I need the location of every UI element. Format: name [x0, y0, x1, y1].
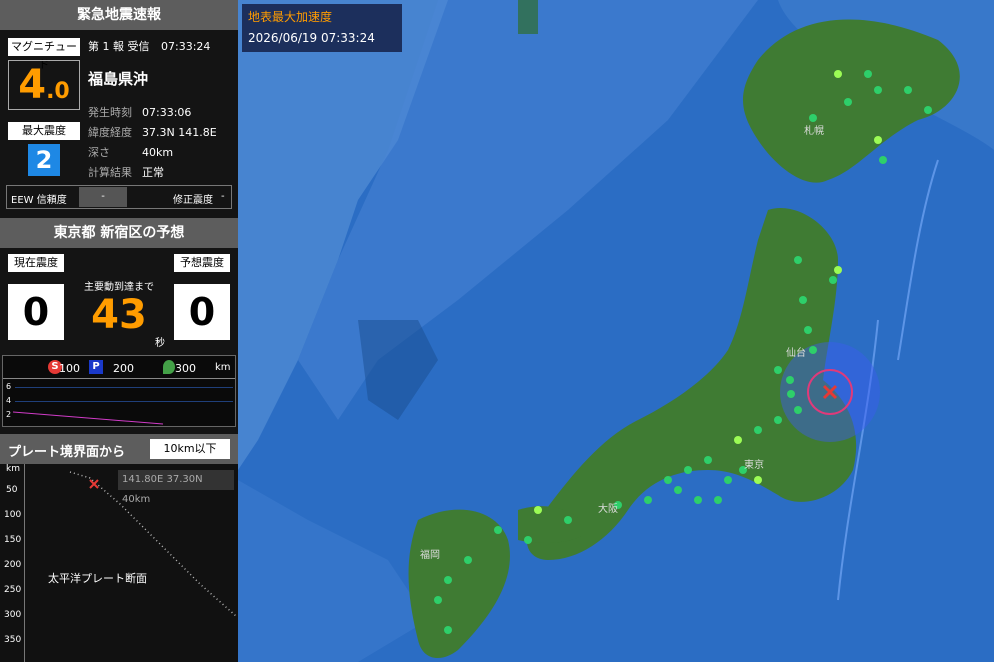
plate-boundary-dots: [69, 471, 237, 617]
station-dot: [786, 376, 794, 384]
city-label-tokyo: 東京: [744, 460, 764, 471]
plate-cross-section: km 50 100 150 200 250 300 350 141.80E 37…: [0, 464, 238, 662]
station-dot: [924, 106, 932, 114]
arrival-label: 主要動到達まで: [84, 282, 154, 293]
city-label-sendai: 仙台: [786, 348, 806, 359]
station-dot: [804, 326, 812, 334]
hypocenter-marker: [89, 479, 99, 489]
epicenter-region: 福島県沖: [88, 70, 149, 88]
report-time: 07:33:24: [161, 40, 211, 53]
city-label-sapporo: 札幌: [804, 126, 824, 137]
station-dot: [809, 114, 817, 122]
eew-header: 緊急地震速報: [0, 0, 238, 30]
station-dot: [444, 626, 452, 634]
station-dot: [724, 476, 732, 484]
current-intensity-label: 現在震度: [8, 254, 64, 272]
station-dot: [794, 406, 802, 414]
station-dot: [674, 486, 682, 494]
station-dot: [829, 276, 837, 284]
predicted-intensity-value: 0: [174, 284, 230, 340]
station-dot: [704, 456, 712, 464]
p-wave-marker: P: [89, 360, 103, 374]
map-svg: [238, 0, 994, 662]
station-dot: [534, 506, 542, 514]
station-dot: [444, 576, 452, 584]
station-dot: [874, 136, 882, 144]
report-status: 第 1 報 受信 07:33:24: [88, 38, 210, 54]
station-dot: [734, 436, 742, 444]
magnitude-label: マグニチュード: [8, 38, 80, 71]
station-dot: [809, 346, 817, 354]
station-dot: [874, 86, 882, 94]
depth-filter-button[interactable]: 10km以下: [150, 439, 230, 459]
station-dot: [754, 476, 762, 484]
forecast-header: 東京都 新宿区の予想: [0, 218, 238, 248]
station-dot: [644, 496, 652, 504]
intensity-decay-line: [13, 411, 164, 425]
wave-distance-chart: S 100 P 200 300 km 6 4 2: [2, 355, 236, 427]
location-pin-icon: [163, 360, 175, 374]
station-dot: [564, 516, 572, 524]
station-dot: [464, 556, 472, 564]
map-title: 地表最大加速度: [248, 10, 333, 24]
station-dot: [904, 86, 912, 94]
eew-detail-list: 発生時刻 07:33:06 緯度経度 37.3N 141.8E 深さ 40km 計算結…: [88, 106, 217, 179]
station-dot: [694, 496, 702, 504]
report-number: 第 1 報 受信: [88, 40, 150, 53]
station-dot: [834, 266, 842, 274]
seconds-unit: 秒: [155, 338, 165, 349]
predicted-intensity-label: 予想震度: [174, 254, 230, 272]
plate-label: 太平洋プレート断面: [48, 572, 147, 585]
station-dot: [844, 98, 852, 106]
station-dot: [774, 416, 782, 424]
max-intensity-badge: 2: [28, 144, 60, 176]
magnitude-value: 4.0: [8, 60, 80, 110]
station-dot: [879, 156, 887, 164]
city-label-fukuoka: 福岡: [420, 550, 440, 561]
station-dot: [787, 390, 795, 398]
japan-map[interactable]: 地表最大加速度 2026/06/19 07:33:24 札幌 仙台 東京 大阪 …: [238, 0, 994, 662]
station-dot: [864, 70, 872, 78]
map-info-box: 地表最大加速度 2026/06/19 07:33:24: [242, 4, 402, 52]
max-intensity-label: 最大震度: [8, 122, 80, 140]
map-datetime: 2026/06/19 07:33:24: [248, 31, 375, 45]
station-dot: [494, 526, 502, 534]
station-dot: [524, 536, 532, 544]
eew-confidence-bar: EEW 信頼度 - 修正震度 -: [6, 185, 232, 209]
station-dot: [434, 596, 442, 604]
station-dot: [714, 496, 722, 504]
station-dot: [799, 296, 807, 304]
city-label-osaka: 大阪: [598, 504, 618, 515]
station-dot: [754, 426, 762, 434]
arrival-countdown: 43: [91, 292, 147, 338]
station-dot: [664, 476, 672, 484]
station-dot: [834, 70, 842, 78]
side-panel: 緊急地震速報 マグニチュード 第 1 報 受信 07:33:24 4.0 福島県…: [0, 0, 238, 662]
station-dot: [684, 466, 692, 474]
current-intensity-value: 0: [8, 284, 64, 340]
station-dot: [794, 256, 802, 264]
station-dot: [774, 366, 782, 374]
plate-header: プレート境界面から 10km以下: [0, 434, 238, 464]
